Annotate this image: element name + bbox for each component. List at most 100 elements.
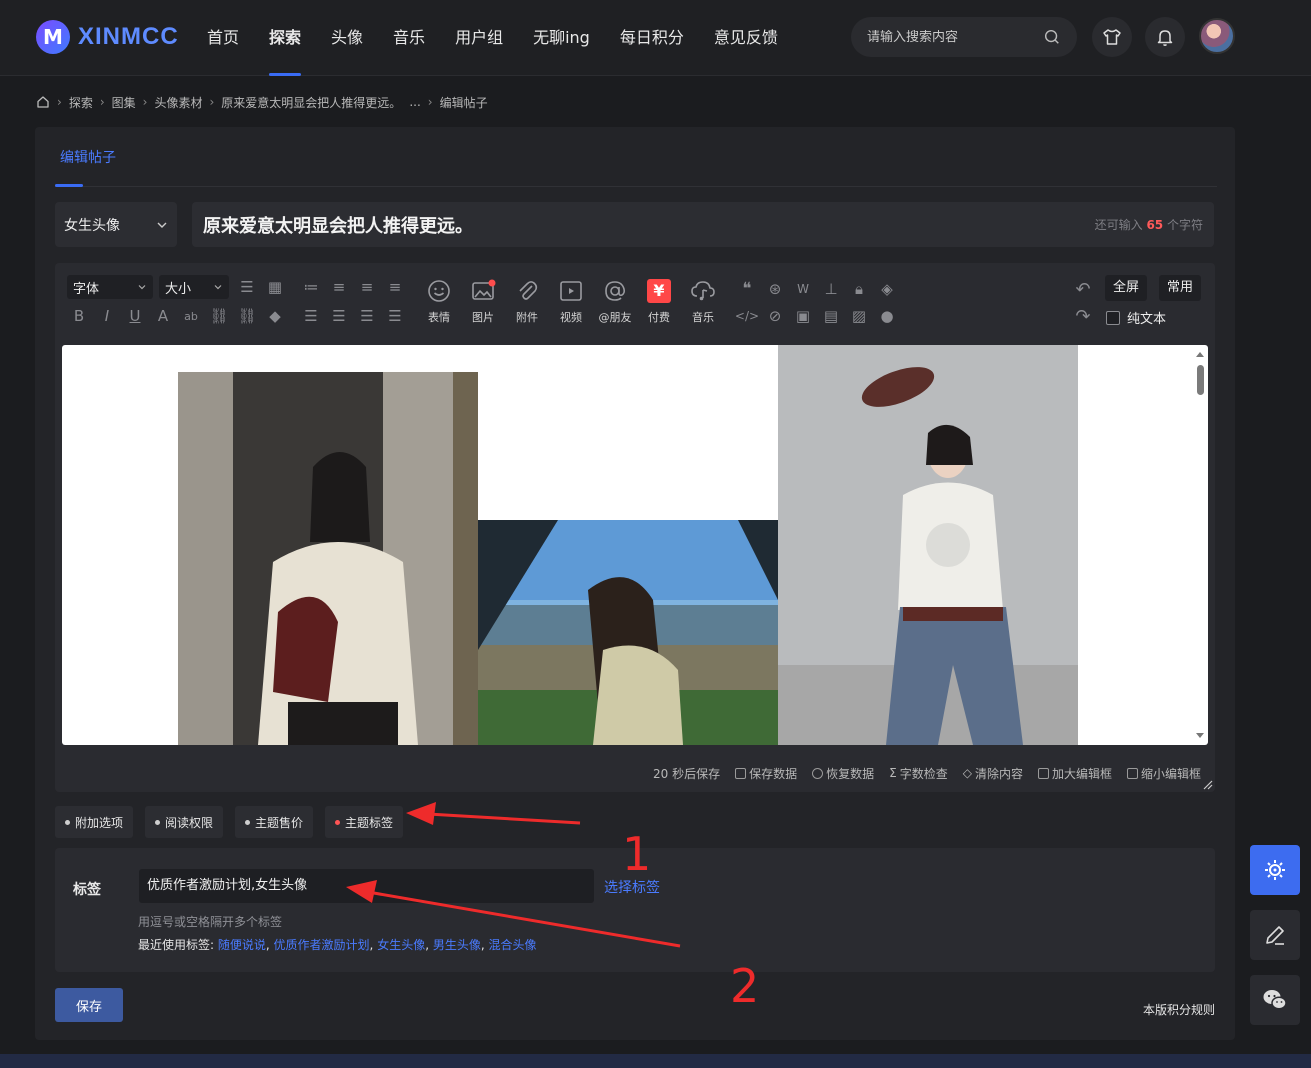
word-icon[interactable]: W bbox=[793, 279, 813, 299]
ghost-icon[interactable]: ● bbox=[877, 306, 897, 326]
nav-item-home[interactable]: 首页 bbox=[192, 0, 254, 76]
bold-icon[interactable]: B bbox=[69, 306, 89, 326]
hatch-icon[interactable]: ▨ bbox=[849, 306, 869, 326]
eraser-icon[interactable]: ◆ bbox=[265, 306, 285, 326]
breadcrumb-gallery[interactable]: 图集 bbox=[112, 94, 136, 111]
nav-item-usergroup[interactable]: 用户组 bbox=[440, 0, 518, 76]
undo-icon[interactable]: ↶ bbox=[1073, 279, 1093, 300]
italic-icon[interactable]: I bbox=[97, 306, 117, 326]
fullscreen-button[interactable]: 全屏 bbox=[1105, 275, 1148, 301]
breadcrumb-post[interactable]: 原来爱意太明显会把人推得更远。 bbox=[221, 94, 401, 111]
notification-button[interactable] bbox=[1145, 17, 1185, 57]
word-count-label: 字数检查 bbox=[899, 766, 948, 781]
tab-edit-post[interactable]: 编辑帖子 bbox=[60, 147, 116, 167]
paragraph-icon[interactable]: ☰ bbox=[301, 306, 321, 326]
recent-tag[interactable]: 随便说说 bbox=[218, 938, 266, 952]
scroll-thumb[interactable] bbox=[1197, 365, 1204, 395]
recent-tag[interactable]: 男生头像 bbox=[433, 938, 481, 952]
thread-tags-button[interactable]: 主题标签 bbox=[325, 806, 404, 838]
save-button[interactable]: 保存 bbox=[55, 988, 123, 1022]
code-icon[interactable]: </> bbox=[735, 306, 759, 326]
indent-icon[interactable]: ☰ bbox=[329, 306, 349, 326]
attachment-tool[interactable]: 附件 bbox=[507, 277, 547, 325]
enlarge-editor-button[interactable]: 加大编辑框 bbox=[1037, 765, 1112, 782]
emoji-tool[interactable]: 表情 bbox=[419, 277, 459, 325]
clear-content-button[interactable]: ◇ 清除内容 bbox=[963, 765, 1023, 782]
shrink-editor-button[interactable]: 缩小编辑框 bbox=[1126, 765, 1201, 782]
nav-item-music[interactable]: 音乐 bbox=[378, 0, 440, 76]
extra-options-button[interactable]: 附加选项 bbox=[55, 806, 134, 838]
restore-data-button[interactable]: 恢复数据 bbox=[812, 765, 874, 782]
nav-item-avatar[interactable]: 头像 bbox=[316, 0, 378, 76]
search-icon[interactable] bbox=[1043, 28, 1061, 46]
font-family-select[interactable]: 字体 bbox=[67, 275, 153, 299]
nav-item-daily-points[interactable]: 每日积分 bbox=[605, 0, 699, 76]
recent-tag[interactable]: 女生头像 bbox=[377, 938, 425, 952]
theme-toggle-button[interactable] bbox=[1250, 845, 1300, 895]
mention-tool[interactable]: @朋友 bbox=[595, 277, 635, 325]
lock-icon[interactable]: 🔒︎ bbox=[849, 279, 869, 299]
recent-tag[interactable]: 优质作者激励计划 bbox=[274, 938, 370, 952]
main-nav: 首页 探索 头像 音乐 用户组 无聊ing 每日积分 意见反馈 bbox=[192, 0, 793, 76]
hide-icon[interactable]: ⊘ bbox=[765, 306, 785, 326]
save-data-button[interactable]: 保存数据 bbox=[735, 765, 797, 782]
unlink-icon[interactable]: ⛓ bbox=[237, 306, 257, 326]
title-field[interactable]: 原来爱意太明显会把人推得更远。 还可输入 65 个字符 bbox=[192, 202, 1214, 247]
image-edit-icon[interactable]: ▣ bbox=[793, 306, 813, 326]
font-color-icon[interactable]: A bbox=[153, 306, 173, 326]
underline-icon[interactable]: U bbox=[125, 306, 145, 326]
table-icon[interactable]: ▦ bbox=[265, 277, 285, 297]
write-post-button[interactable] bbox=[1250, 910, 1300, 960]
editor-content[interactable] bbox=[62, 345, 1208, 745]
ordered-list-icon[interactable]: ≔ bbox=[301, 277, 321, 297]
user-avatar[interactable] bbox=[1199, 18, 1235, 54]
site-logo[interactable]: M XINMCC bbox=[36, 20, 179, 54]
read-permission-button[interactable]: 阅读权限 bbox=[145, 806, 224, 838]
scroll-down-icon[interactable] bbox=[1194, 731, 1206, 741]
eraser-small-icon: ◇ bbox=[962, 766, 972, 780]
points-rules-link[interactable]: 本版积分规则 bbox=[1143, 1001, 1215, 1018]
wechat-button[interactable] bbox=[1250, 975, 1300, 1025]
breadcrumb-avatar-material[interactable]: 头像素材 bbox=[154, 94, 202, 111]
nav-item-feedback[interactable]: 意见反馈 bbox=[699, 0, 793, 76]
align-left-icon[interactable]: ≡ bbox=[329, 277, 349, 297]
background-color-icon[interactable]: ab bbox=[181, 306, 201, 326]
number-list-icon[interactable]: ☰ bbox=[385, 306, 405, 326]
category-select[interactable]: 女生头像 bbox=[55, 202, 177, 247]
align-justify-icon[interactable]: ☰ bbox=[237, 277, 257, 297]
resize-handle-icon[interactable] bbox=[1203, 780, 1213, 790]
shirt-button[interactable] bbox=[1092, 17, 1132, 57]
music-tool[interactable]: 音乐 bbox=[683, 277, 723, 325]
grid-icon[interactable]: ▤ bbox=[821, 306, 841, 326]
layers-icon[interactable]: ◈ bbox=[877, 279, 897, 299]
home-icon[interactable] bbox=[36, 95, 50, 109]
search-input[interactable] bbox=[867, 29, 1037, 45]
scroll-up-icon[interactable] bbox=[1194, 349, 1206, 359]
quote-icon[interactable]: ❝ bbox=[737, 279, 757, 299]
plain-text-label: 纯文本 bbox=[1127, 312, 1167, 327]
plain-text-toggle[interactable]: 纯文本 bbox=[1106, 308, 1166, 327]
recent-tag[interactable]: 混合头像 bbox=[489, 938, 537, 952]
align-right-icon[interactable]: ≡ bbox=[385, 277, 405, 297]
video-tool[interactable]: 视频 bbox=[551, 277, 591, 325]
coin-icon[interactable]: ⊛ bbox=[765, 279, 785, 299]
hr-icon[interactable]: ⊥ bbox=[821, 279, 841, 299]
paid-tool[interactable]: ¥ 付费 bbox=[639, 277, 679, 325]
align-center-icon[interactable]: ≡ bbox=[357, 277, 377, 297]
plain-text-checkbox[interactable] bbox=[1106, 310, 1120, 325]
redo-icon[interactable]: ↷ bbox=[1073, 306, 1093, 327]
font-size-select[interactable]: 大小 bbox=[159, 275, 229, 299]
breadcrumb-explore[interactable]: 探索 bbox=[69, 94, 93, 111]
nav-item-bored[interactable]: 无聊ing bbox=[518, 0, 605, 76]
editor-scrollbar[interactable] bbox=[1194, 347, 1206, 743]
image-tool[interactable]: 图片 bbox=[463, 277, 503, 325]
edit-post-panel: 编辑帖子 女生头像 原来爱意太明显会把人推得更远。 还可输入 65 个字符 字体… bbox=[35, 127, 1235, 1040]
common-button[interactable]: 常用 bbox=[1159, 275, 1202, 301]
choose-tags-link[interactable]: 选择标签 bbox=[604, 877, 660, 897]
tags-input[interactable]: 优质作者激励计划,女生头像 bbox=[139, 869, 594, 903]
word-count-button[interactable]: Σ 字数检查 bbox=[889, 765, 948, 782]
link-icon[interactable]: ⛓ bbox=[209, 306, 229, 326]
nav-item-explore[interactable]: 探索 bbox=[254, 0, 316, 76]
thread-price-button[interactable]: 主题售价 bbox=[235, 806, 314, 838]
bullet-list-icon[interactable]: ☰ bbox=[357, 306, 377, 326]
